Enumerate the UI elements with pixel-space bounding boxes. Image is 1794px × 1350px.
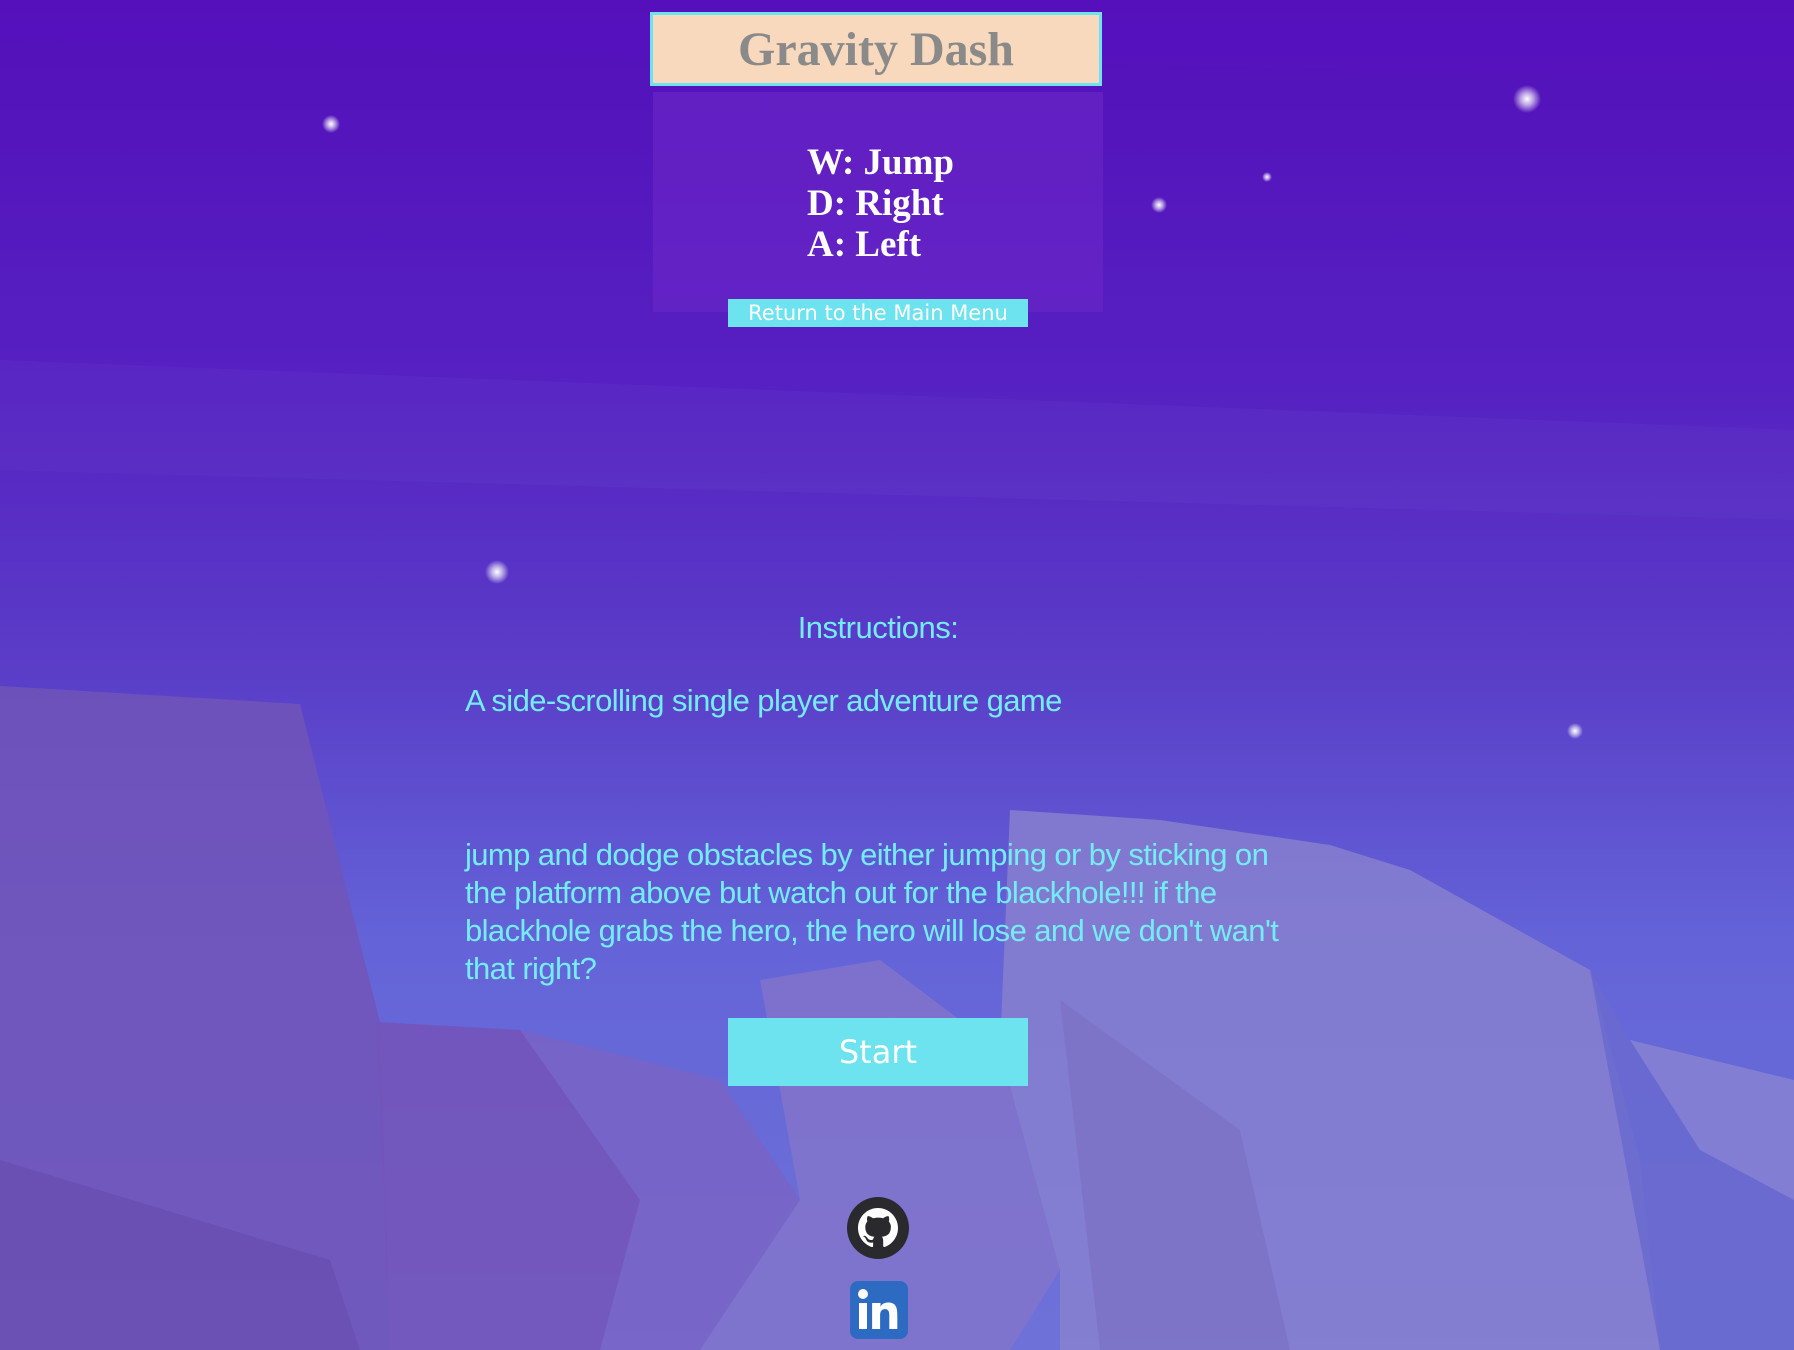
control-jump: W: Jump bbox=[807, 142, 955, 183]
star bbox=[1513, 85, 1541, 113]
github-link[interactable] bbox=[846, 1196, 910, 1260]
title-banner: Gravity Dash bbox=[650, 12, 1102, 86]
star bbox=[1567, 723, 1583, 739]
control-right: D: Right bbox=[807, 183, 944, 224]
return-to-main-menu-button[interactable]: Return to the Main Menu bbox=[728, 299, 1028, 327]
star bbox=[485, 560, 509, 584]
start-button[interactable]: Start bbox=[728, 1018, 1028, 1086]
star bbox=[1151, 197, 1167, 213]
instructions-gameplay: jump and dodge obstacles by either jumpi… bbox=[465, 837, 1279, 986]
linkedin-icon bbox=[850, 1281, 908, 1339]
linkedin-link[interactable] bbox=[850, 1281, 908, 1339]
instructions-description: A side-scrolling single player adventure… bbox=[465, 683, 1062, 718]
instructions-heading: Instructions: bbox=[797, 610, 959, 645]
game-title: Gravity Dash bbox=[738, 22, 1014, 76]
github-icon bbox=[847, 1197, 909, 1259]
star bbox=[322, 115, 340, 133]
control-left: A: Left bbox=[807, 224, 922, 265]
star bbox=[1262, 172, 1272, 182]
controls-list: W: Jump D: Right A: Left bbox=[807, 142, 954, 265]
controls-panel: W: Jump D: Right A: Left bbox=[653, 92, 1103, 312]
